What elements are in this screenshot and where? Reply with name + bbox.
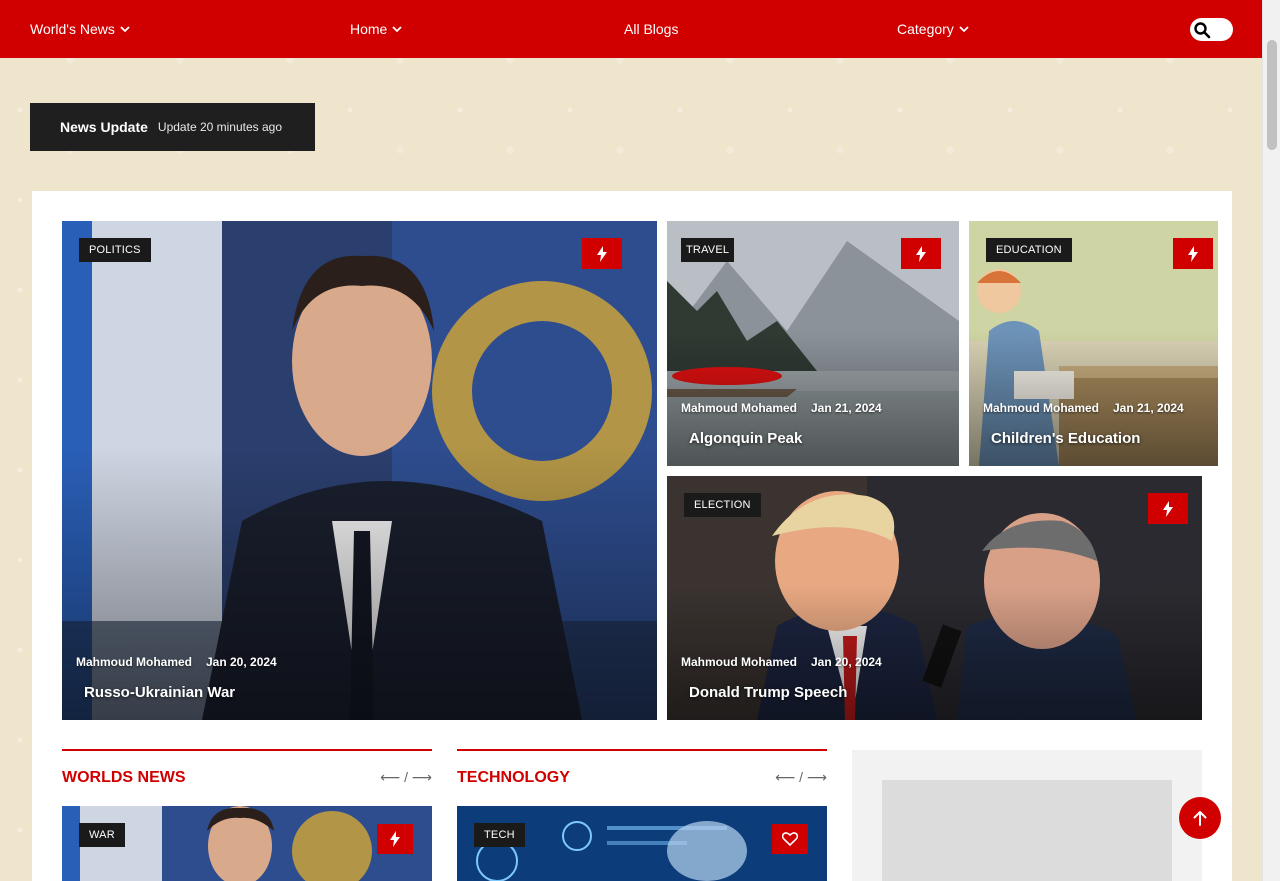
bolt-icon[interactable]	[582, 238, 622, 269]
category-tag[interactable]: WAR	[79, 823, 125, 847]
news-update-bar: News Update Update 20 minutes ago	[30, 103, 315, 151]
arrow-up-icon	[1193, 811, 1207, 826]
post-title[interactable]: Children's Education	[991, 430, 1140, 447]
chevron-down-icon	[392, 25, 402, 36]
post-date: Jan 21, 2024	[1113, 401, 1184, 415]
search-icon	[1192, 20, 1211, 39]
section-carousel-arrows[interactable]: ⟵ / ⟶	[380, 769, 432, 786]
page-scrollbar[interactable]	[1262, 0, 1280, 881]
nav-label: World's News	[30, 21, 115, 37]
heart-icon[interactable]	[772, 824, 808, 854]
search-toggle[interactable]	[1190, 18, 1233, 41]
post-date: Jan 20, 2024	[206, 655, 277, 669]
post-author[interactable]: Mahmoud Mohamed	[983, 401, 1099, 415]
nav-home[interactable]: Home	[350, 0, 402, 58]
category-tag[interactable]: TRAVEL	[681, 238, 735, 262]
section-worlds-news: WORLDS NEWS ⟵ / ⟶ WAR	[62, 749, 432, 881]
news-update-time: Update 20 minutes ago	[157, 120, 283, 134]
bolt-icon[interactable]	[901, 238, 941, 269]
category-tag[interactable]: EDUCATION	[986, 238, 1072, 262]
featured-post-travel[interactable]: TRAVEL Mahmoud Mohamed Jan 21, 2024 Algon…	[667, 221, 959, 466]
section-technology: TECHNOLOGY ⟵ / ⟶ TECH	[457, 749, 827, 881]
post-date: Jan 21, 2024	[811, 401, 882, 415]
nav-all-blogs[interactable]: All Blogs	[624, 0, 678, 58]
nav-worlds-news[interactable]: World's News	[30, 0, 130, 58]
sidebar-widget-image	[882, 780, 1172, 881]
bolt-icon[interactable]	[377, 824, 413, 854]
section-post-war[interactable]: WAR	[62, 806, 432, 881]
nav-label: All Blogs	[624, 21, 679, 37]
chevron-down-icon	[120, 25, 130, 36]
bolt-icon[interactable]	[1173, 238, 1213, 269]
section-title: WORLDS NEWS	[62, 769, 186, 786]
post-meta: Mahmoud Mohamed Jan 20, 2024	[681, 655, 882, 669]
news-update-label: News Update	[60, 119, 148, 135]
post-title[interactable]: Algonquin Peak	[689, 430, 802, 447]
nav-category[interactable]: Category	[897, 0, 969, 58]
featured-post-education[interactable]: EDUCATION Mahmoud Mohamed Jan 21, 2024 Ch…	[969, 221, 1218, 466]
scroll-thumb[interactable]	[1267, 40, 1277, 150]
nav-label: Category	[897, 21, 954, 37]
back-to-top-button[interactable]	[1179, 797, 1221, 839]
chevron-down-icon	[959, 25, 969, 36]
post-author[interactable]: Mahmoud Mohamed	[76, 655, 192, 669]
post-date: Jan 20, 2024	[811, 655, 882, 669]
section-post-tech[interactable]: TECH	[457, 806, 827, 881]
category-tag[interactable]: TECH	[474, 823, 525, 847]
sidebar-widget	[852, 750, 1202, 881]
post-meta: Mahmoud Mohamed Jan 20, 2024	[76, 655, 277, 669]
bolt-icon[interactable]	[1148, 493, 1188, 524]
post-author[interactable]: Mahmoud Mohamed	[681, 655, 797, 669]
category-tag[interactable]: POLITICS	[79, 238, 151, 262]
section-title: TECHNOLOGY	[457, 769, 570, 786]
section-carousel-arrows[interactable]: ⟵ / ⟶	[775, 769, 827, 786]
section-rule	[62, 749, 432, 751]
post-meta: Mahmoud Mohamed Jan 21, 2024	[983, 401, 1184, 415]
post-meta: Mahmoud Mohamed Jan 21, 2024	[681, 401, 882, 415]
category-tag[interactable]: ELECTION	[684, 493, 761, 517]
featured-post-election[interactable]: ELECTION Mahmoud Mohamed Jan 20, 2024 Don…	[667, 476, 1202, 720]
post-title[interactable]: Russo-Ukrainian War	[84, 684, 235, 701]
post-title[interactable]: Donald Trump Speech	[689, 684, 847, 701]
top-navbar: World's News Home All Blogs Category	[0, 0, 1262, 58]
section-rule	[457, 749, 827, 751]
image-shade	[62, 221, 657, 720]
featured-post-main[interactable]: POLITICS Mahmoud Mohamed Jan 20, 2024 Rus…	[62, 221, 657, 720]
nav-label: Home	[350, 21, 388, 37]
post-author[interactable]: Mahmoud Mohamed	[681, 401, 797, 415]
